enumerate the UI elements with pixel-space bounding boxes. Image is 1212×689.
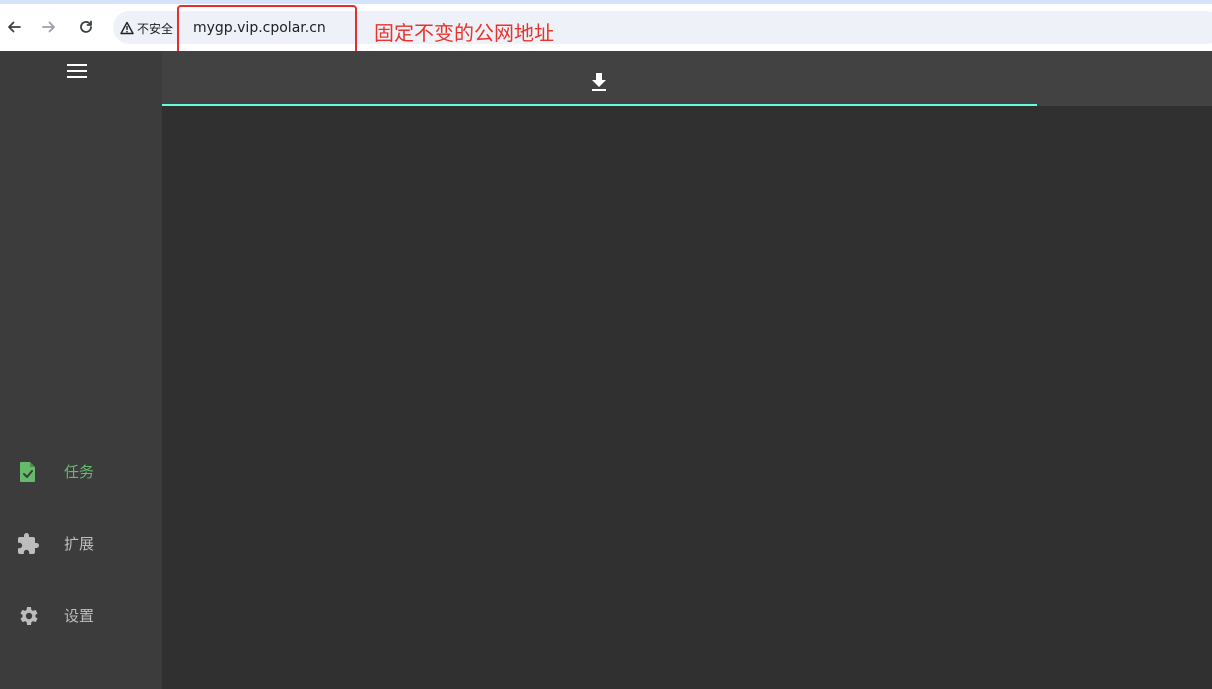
sidebar-item-label: 设置: [64, 607, 95, 625]
puzzle-icon: [18, 533, 39, 554]
warning-icon: [120, 21, 134, 35]
security-label: 不安全: [137, 21, 174, 36]
back-button[interactable]: [3, 16, 25, 38]
sidebar-item-extensions[interactable]: 扩展: [0, 524, 162, 564]
download-icon: [592, 73, 606, 91]
annotation-text: 固定不变的公网地址: [374, 21, 554, 45]
security-indicator[interactable]: 不安全: [120, 17, 173, 39]
url-highlight-box: [177, 5, 357, 57]
task-file-icon: [20, 462, 35, 482]
sidebar-item-label: 扩展: [64, 535, 95, 553]
sidebar-item-label: 任务: [64, 463, 95, 481]
gear-icon: [20, 607, 38, 625]
sidebar-item-settings[interactable]: 设置: [0, 596, 162, 636]
main-content: [162, 106, 1212, 689]
reload-button[interactable]: [75, 16, 97, 38]
menu-button[interactable]: [66, 60, 88, 82]
arrow-left-icon: [8, 21, 21, 33]
reload-icon: [80, 20, 92, 33]
hamburger-menu-icon: [67, 64, 87, 78]
sidebar-item-tasks[interactable]: 任务: [0, 452, 162, 492]
arrow-right-icon: [42, 21, 55, 33]
forward-button[interactable]: [38, 16, 60, 38]
tab-download[interactable]: [162, 51, 1037, 106]
sidebar: [0, 51, 162, 689]
